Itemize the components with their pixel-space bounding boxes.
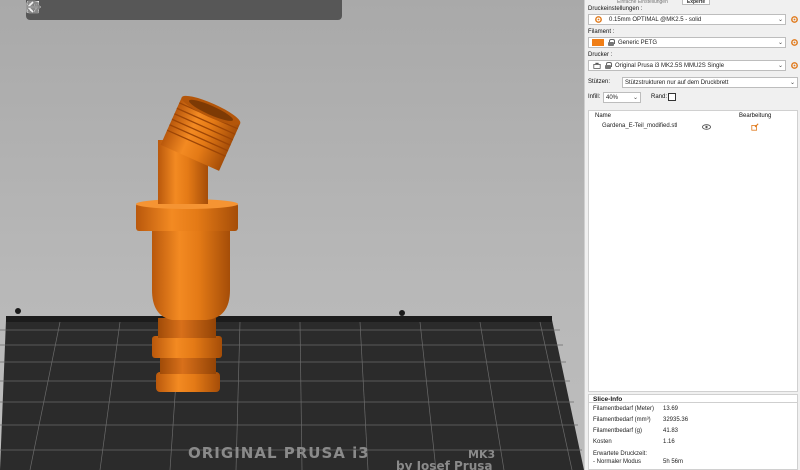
add-instance-button[interactable] (27, 1, 177, 19)
filament-select[interactable]: Generic PETG ⌄ (588, 37, 786, 48)
delete-all-button[interactable] (28, 1, 87, 19)
filament-color-swatch[interactable] (592, 39, 604, 46)
print-settings-select[interactable]: 0.15mm OPTIMAL @MK2.5 - solid ⌄ (588, 14, 786, 25)
chevron-down-icon: ⌄ (632, 95, 638, 101)
gear-icon[interactable] (790, 15, 799, 24)
slice-info-panel: Slice-Info Filamentbedarf (Meter) 13.69 … (588, 394, 798, 470)
brim-label: Rand: (651, 94, 668, 100)
tab-expert[interactable]: Experte (681, 0, 711, 5)
infill-label: Infill: (588, 94, 601, 100)
stat-value: 1.16 (663, 439, 675, 445)
split-parts-button[interactable] (27, 1, 242, 19)
stat-label: Kosten (593, 439, 612, 445)
paste-button[interactable] (28, 1, 152, 19)
delete-button[interactable] (29, 1, 67, 19)
stat-value: 13.69 (663, 406, 679, 412)
printer-select[interactable]: Original Prusa i3 MK2.5S MMU2S Single ⌄ (588, 60, 786, 71)
gear-icon[interactable] (790, 61, 799, 70)
print-settings-value: 0.15mm OPTIMAL @MK2.5 - solid (609, 16, 702, 23)
viewport-toolbar (26, 0, 342, 20)
edit-icon[interactable] (751, 123, 759, 131)
redo-button[interactable] (27, 1, 302, 19)
arrow-right-icon (27, 1, 42, 13)
chevron-down-icon: ⌄ (777, 63, 783, 69)
chevron-down-icon: ⌄ (777, 17, 783, 23)
col-header-name: Name (595, 113, 612, 119)
stat-value: 41.83 (663, 428, 679, 434)
printer-icon (593, 62, 601, 69)
col-header-edit: Bearbeitung (739, 113, 772, 119)
tab-simple[interactable]: Einfache Einstellungen (613, 0, 672, 5)
filament-value: Generic PETG (618, 39, 658, 46)
bed-brand-line1: ORIGINAL PRUSA i3 (188, 444, 370, 462)
infill-select[interactable]: 40% ⌄ (603, 92, 641, 103)
copy-button[interactable] (27, 0, 132, 19)
chevron-down-icon: ⌄ (789, 80, 795, 86)
sidebar-panel: Einfache Einstellungen Experte Druckeins… (584, 0, 800, 470)
list-item[interactable]: Gardena_E-Teil_modified.stl (589, 123, 797, 132)
layer-editing-button[interactable] (27, 1, 262, 19)
undo-button[interactable] (26, 1, 282, 19)
3d-viewport[interactable]: ORIGINAL PRUSA i3 MK3 by Josef Prusa (0, 0, 584, 470)
lock-icon (608, 39, 615, 46)
scene: ORIGINAL PRUSA i3 MK3 by Josef Prusa (0, 95, 584, 470)
supports-select[interactable]: Stützstrukturen nur auf dem Druckbrett ⌄ (622, 77, 798, 88)
lock-icon (605, 62, 612, 69)
estimated-time-label: Erwartete Druckzeit: (593, 451, 648, 457)
printer-value: Original Prusa i3 MK2.5S MMU2S Single (615, 62, 725, 69)
mode-tabs: Einfache Einstellungen Experte (585, 0, 800, 5)
chevron-down-icon: ⌄ (777, 40, 783, 46)
stat-value: 32935.36 (663, 417, 689, 423)
bed-brand-line2: by Josef Prusa (396, 459, 492, 470)
eye-icon[interactable] (702, 124, 711, 130)
supports-label: Stützen: (588, 79, 611, 85)
object-list: Name Bearbeitung Gardena_E-Teil_modified… (588, 110, 798, 392)
remove-instance-button[interactable] (27, 1, 197, 19)
print-settings-label: Druckeinstellungen : (588, 6, 643, 12)
brim-checkbox[interactable] (668, 93, 676, 101)
object-name: Gardena_E-Teil_modified.stl (602, 123, 678, 129)
cog-icon (595, 16, 602, 23)
arrange-button[interactable] (27, 1, 107, 19)
normal-mode-label: - Normaler Modus (593, 459, 642, 465)
printer-label: Drucker : (588, 52, 613, 58)
stat-label: Filamentbedarf (g) (593, 428, 643, 434)
normal-mode-value: 5h 56m (663, 459, 684, 465)
split-objects-button[interactable] (27, 1, 222, 19)
supports-value: Stützstrukturen nur auf dem Druckbrett (625, 79, 729, 86)
filament-label: Filament : (588, 29, 615, 35)
stat-label: Filamentbedarf (Meter) (593, 406, 655, 412)
stat-label: Filamentbedarf (mm³) (593, 417, 651, 423)
gear-icon[interactable] (790, 38, 799, 47)
infill-value: 40% (606, 94, 619, 101)
